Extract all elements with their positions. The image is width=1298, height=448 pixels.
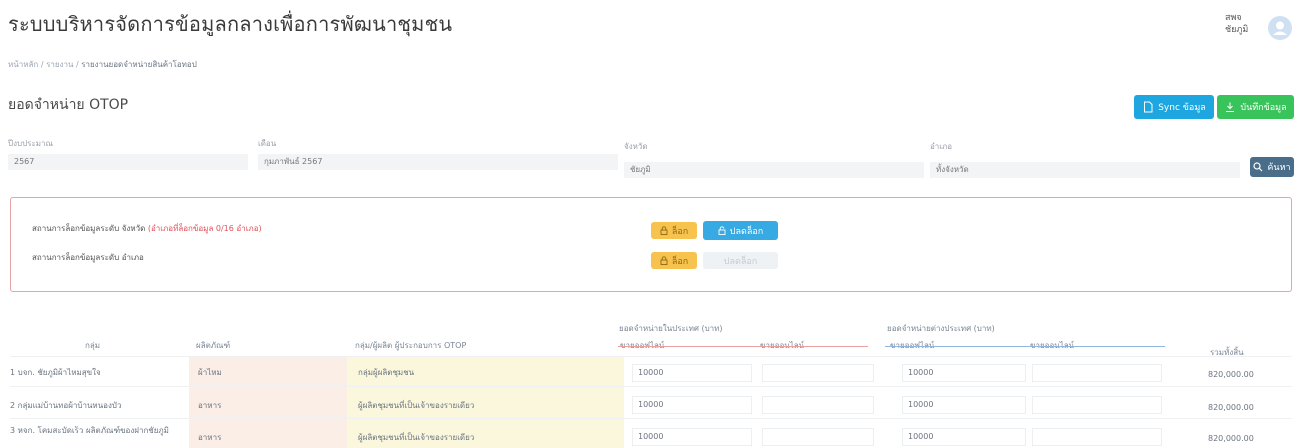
search-button-label: ค้นหา: [1267, 163, 1291, 173]
search-button[interactable]: ค้นหา: [1250, 157, 1294, 177]
month-select[interactable]: กุมภาพันธ์ 2567: [258, 154, 618, 170]
province-lock-button[interactable]: ล็อก: [651, 222, 697, 239]
row-product: อาหาร: [198, 433, 222, 442]
sync-button[interactable]: Sync ข้อมูล: [1134, 95, 1214, 119]
year-select[interactable]: 2567: [8, 154, 248, 170]
row-total: 820,000.00: [1208, 434, 1254, 443]
app-title: ระบบบริหารจัดการข้อมูลกลางเพื่อการพัฒนาช…: [8, 12, 453, 36]
province-unlock-button-label: ปลดล็อก: [729, 226, 764, 237]
user-role: สพจ: [1225, 13, 1242, 23]
lock-status-panel: [10, 197, 1292, 292]
district-unlock-button[interactable]: ปลดล็อก: [703, 252, 778, 269]
year-label: ปีงบประมาณ: [8, 139, 53, 148]
product-header: ผลิตภัณฑ์: [196, 341, 231, 350]
province-select[interactable]: ชัยภูมิ: [624, 162, 924, 178]
lock-icon: [660, 256, 668, 265]
avatar[interactable]: [1268, 16, 1292, 40]
search-icon: [1253, 162, 1263, 172]
province-lock-hint: (อำเภอที่ล็อกข้อมูล 0/16 อำเภอ): [147, 224, 262, 233]
breadcrumb-separator: /: [75, 60, 79, 69]
district-unlock-button-label: ปลดล็อก: [723, 256, 758, 267]
row-group: 3 หจก. โคมสะบัดเร็ว ผลิตภัณฑ์ของฝากชัยภู…: [10, 426, 169, 435]
province-lock-button-label: ล็อก: [671, 226, 689, 237]
header-divider: [10, 356, 1292, 357]
document-icon: [1144, 101, 1153, 113]
abroad-offline-input[interactable]: 10000: [902, 428, 1026, 446]
abroad-online-input[interactable]: [1032, 364, 1162, 382]
district-label: อำเภอ: [930, 142, 953, 151]
page-title: ยอดจำหน่าย OTOP: [8, 97, 129, 113]
district-lock-label: สถานการล็อกข้อมูลระดับ อำเภอ: [32, 253, 144, 262]
breadcrumb-report[interactable]: รายงาน: [46, 60, 73, 69]
download-icon: [1226, 102, 1235, 112]
row-type: ผู้ผลิตชุมชนที่เป็นเจ้าของรายเดียว: [358, 433, 475, 442]
save-button-label: บันทึกข้อมูล: [1240, 103, 1287, 113]
breadcrumb-separator: /: [40, 60, 44, 69]
month-label: เดือน: [258, 139, 277, 148]
domestic-header-underline: [618, 346, 868, 347]
user-info[interactable]: สพจ ชัยภูมิ: [1225, 12, 1265, 36]
domestic-online-input[interactable]: [762, 364, 874, 382]
abroad-header-underline: [885, 346, 1165, 347]
domestic-offline-input[interactable]: 10000: [632, 396, 752, 414]
abroad-online-input[interactable]: [1032, 396, 1162, 414]
total-header: รวมทั้งสิ้น: [1210, 348, 1244, 357]
domestic-online-input[interactable]: [762, 396, 874, 414]
abroad-offline-input[interactable]: 10000: [902, 364, 1026, 382]
unlock-icon: [718, 226, 726, 235]
district-lock-button-label: ล็อก: [671, 256, 689, 267]
district-select[interactable]: ทั้งจังหวัด: [930, 162, 1240, 178]
province-lock-label: สถานการล็อกข้อมูลระดับ จังหวัด: [32, 224, 146, 233]
district-lock-button[interactable]: ล็อก: [651, 252, 697, 269]
user-province: ชัยภูมิ: [1225, 25, 1249, 35]
breadcrumb-current: รายงานยอดจำหน่ายสินค้าโอทอป: [81, 60, 197, 69]
breadcrumb-home[interactable]: หน้าหลัก: [8, 60, 38, 69]
row-product: อาหาร: [198, 401, 222, 410]
row-group: 1 บจก. ชัยภูมิผ้าไหมสุขใจ: [10, 368, 101, 377]
province-label: จังหวัด: [624, 142, 648, 151]
domestic-header: ยอดจำหน่ายในประเทศ (บาท): [619, 324, 723, 333]
row-total: 820,000.00: [1208, 370, 1254, 379]
row-divider: [10, 386, 1292, 387]
row-group: 2 กลุ่มแม่บ้านทอผ้าบ้านหนองบัว: [10, 401, 122, 410]
type-header: กลุ่ม/ผู้ผลิต ผู้ประกอบการ OTOP: [355, 341, 467, 350]
province-unlock-button[interactable]: ปลดล็อก: [703, 221, 778, 240]
lock-icon: [660, 226, 668, 235]
province-lock-status: สถานการล็อกข้อมูลระดับ จังหวัด (อำเภอที่…: [32, 222, 262, 235]
breadcrumb: หน้าหลัก / รายงาน / รายงานยอดจำหน่ายสินค…: [8, 58, 197, 71]
abroad-online-input[interactable]: [1032, 428, 1162, 446]
abroad-header: ยอดจำหน่ายต่างประเทศ (บาท): [887, 324, 995, 333]
save-button[interactable]: บันทึกข้อมูล: [1217, 95, 1294, 119]
domestic-offline-input[interactable]: 10000: [632, 428, 752, 446]
domestic-offline-input[interactable]: 10000: [632, 364, 752, 382]
row-total: 820,000.00: [1208, 403, 1254, 412]
row-type: กลุ่มผู้ผลิตชุมชน: [358, 368, 415, 377]
row-product: ผ้าไหม: [198, 368, 222, 377]
abroad-offline-input[interactable]: 10000: [902, 396, 1026, 414]
group-header: กลุ่ม: [85, 341, 101, 350]
user-icon: [1273, 21, 1287, 35]
sync-button-label: Sync ข้อมูล: [1158, 103, 1206, 113]
row-type: ผู้ผลิตชุมชนที่เป็นเจ้าของรายเดียว: [358, 401, 475, 410]
domestic-online-input[interactable]: [762, 428, 874, 446]
row-divider: [10, 418, 1292, 419]
